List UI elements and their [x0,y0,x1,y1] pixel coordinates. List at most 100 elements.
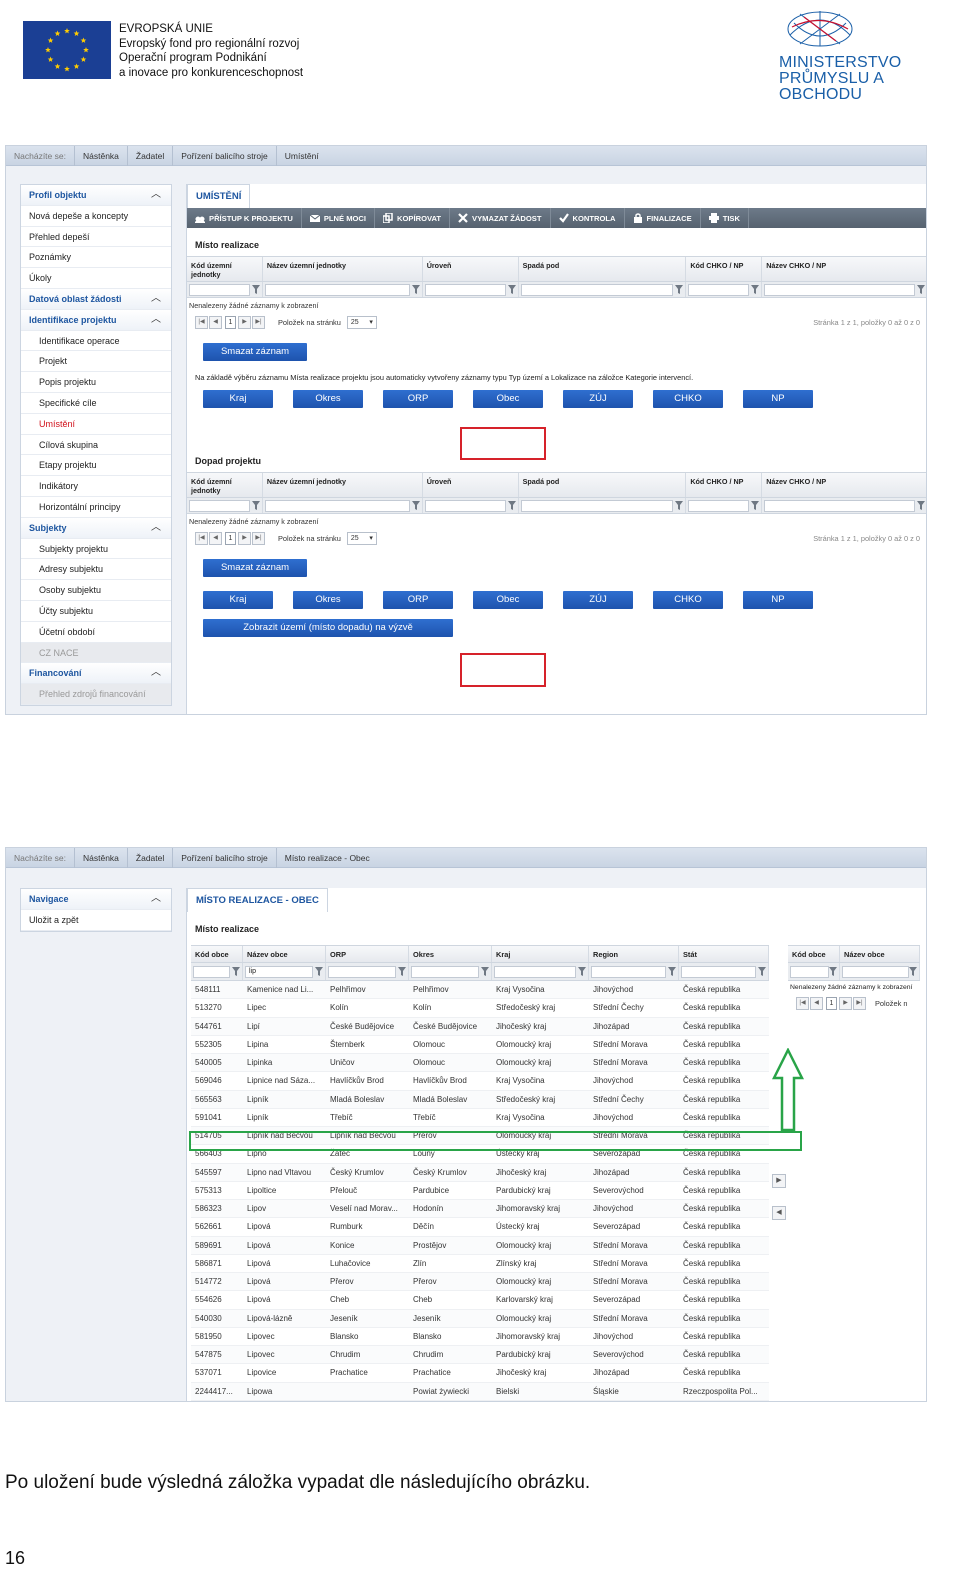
column-header[interactable]: ORP [326,946,409,962]
column-header[interactable]: Spadá pod [519,473,687,497]
sidebar-item-24[interactable]: Přehled zdrojů financování [21,684,171,705]
sidebar-section-navigace[interactable]: Navigace ︿ [21,889,171,910]
column-header[interactable]: Kód CHKO / NP [686,473,763,497]
sidebar-item-14[interactable]: Indikátory [21,476,171,497]
filter-icon[interactable] [758,967,766,976]
breadcrumb-nastenka[interactable]: Nástěnka [75,146,128,166]
page-size-select[interactable]: 25 [346,315,377,329]
sidebar-item-1[interactable]: Nová depeše a koncepty [21,206,171,227]
table-row[interactable]: 591041 Lipník Třebíč Třebíč Kraj Vysočina Jih… [191,1109,769,1127]
column-header[interactable]: Kód územní jednotky [187,257,263,281]
first-page-icon[interactable]: |◀ [796,996,809,1010]
breadcrumb-project[interactable]: Pořízení balicího stroje [173,848,277,868]
table-row[interactable]: 545597 Lipno nad Vltavou Český Krumlov Česk… [191,1163,769,1182]
table-row[interactable]: 537071 Lipovice Prachatice Prachatice Jihoče… [191,1364,769,1383]
table-row[interactable]: 586871 Lipová Luhačovice Zlín Zlínský kraj St… [191,1255,769,1273]
column-header[interactable]: Název CHKO / NP [762,257,926,281]
sidebar-item-19[interactable]: Osoby subjektu [21,580,171,601]
filter-icon[interactable] [917,285,926,294]
level-button-zúj[interactable]: ZÚJ [563,390,633,408]
filter-icon[interactable] [751,285,760,294]
filter-icon[interactable] [668,967,676,976]
column-header[interactable]: Kód obce [191,946,243,962]
column-header[interactable]: Kód CHKO / NP [686,257,763,281]
filter-input[interactable] [189,499,250,512]
toolbar-button-1[interactable]: PLNÉ MOCI [302,208,376,228]
filter-input[interactable] [591,965,666,978]
filter-input[interactable] [193,965,230,978]
sidebar-item-10[interactable]: Specifické cíle [21,393,171,414]
sidebar-item-13[interactable]: Etapy projektu [21,455,171,477]
sidebar-item-12[interactable]: Cílová skupina [21,435,171,456]
breadcrumb-nastenka[interactable]: Nástěnka [75,848,128,868]
level-button-okres[interactable]: Okres [293,591,363,609]
toolbar-button-0[interactable]: PŘÍSTUP K PROJEKTU [187,208,302,228]
last-page-icon[interactable]: ▶| [252,531,265,545]
filter-input[interactable] [764,283,916,296]
column-header[interactable]: Region [589,946,679,962]
column-header[interactable]: Název obce [243,946,326,962]
filter-input[interactable] [688,499,750,512]
filter-input[interactable] [842,965,909,978]
column-header[interactable]: Úroveň [423,257,519,281]
filter-icon[interactable] [411,285,420,294]
sidebar-item-17[interactable]: Subjekty projektu [21,539,171,560]
level-button-chko[interactable]: CHKO [653,390,723,408]
toolbar-button-2[interactable]: KOPÍROVAT [375,208,451,228]
sidebar-item-3[interactable]: Poznámky [21,247,171,269]
next-page-icon[interactable]: ▶ [238,531,251,545]
filter-icon[interactable] [251,285,260,294]
breadcrumb-zadatel[interactable]: Žadatel [128,146,174,166]
last-page-icon[interactable]: ▶| [252,315,265,329]
table-row[interactable]: 565563 Lipník Mladá Boleslav Mladá Boleslav… [191,1090,769,1109]
sidebar-item-8[interactable]: Projekt [21,351,171,373]
sidebar-item-22[interactable]: CZ NACE [21,642,171,664]
filter-icon[interactable] [917,501,926,510]
sidebar-item-11[interactable]: Umístění [21,414,171,435]
next-page-icon[interactable]: ▶ [839,996,852,1010]
sidebar-item-save-back[interactable]: Uložit a zpět [21,910,171,931]
toolbar-button-6[interactable]: TISK [701,208,749,228]
filter-input[interactable] [494,965,576,978]
sidebar-item-2[interactable]: Přehled depeší [21,227,171,248]
last-page-icon[interactable]: ▶| [853,996,866,1010]
table-row[interactable]: 569046 Lipnice nad Sáza... Havlíčkův Brod H… [191,1072,769,1091]
breadcrumb-zadatel[interactable]: Žadatel [128,848,174,868]
breadcrumb-project[interactable]: Pořízení balicího stroje [173,146,277,166]
page-number-input[interactable]: 1 [826,996,837,1010]
filter-icon[interactable] [829,967,837,976]
table-row[interactable]: 547875 Lipovec Chrudim Chrudim Pardubický kr… [191,1346,769,1365]
first-page-icon[interactable]: |◀ [195,531,208,545]
table-row[interactable]: 548111 Kamenice nad Li... Pelhřimov Pelhřim… [191,981,769,1000]
level-button-orp[interactable]: ORP [383,591,453,609]
tab-misto-realizace-obec[interactable]: MÍSTO REALIZACE - OBEC [187,888,328,912]
column-header[interactable]: Název obce [840,946,920,962]
next-page-icon[interactable]: ▶ [238,315,251,329]
filter-icon[interactable] [481,967,489,976]
filter-icon[interactable] [751,501,760,510]
tab-umisteni[interactable]: UMÍSTĚNÍ [187,184,251,208]
table-row[interactable]: 554626 Lipová Cheb Cheb Karlovarský kraj Seve… [191,1291,769,1310]
page-size-select[interactable]: 25 [346,531,377,545]
filter-input[interactable] [681,965,756,978]
page-number-input[interactable]: 1 [225,531,236,545]
level-button-np[interactable]: NP [743,390,813,408]
page-number-input[interactable]: 1 [225,315,236,329]
table-row[interactable]: 514772 Lipová Přerov Přerov Olomoucký kraj St… [191,1273,769,1292]
prev-page-icon[interactable]: ◀ [209,531,222,545]
level-button-np[interactable]: NP [743,591,813,609]
filter-input[interactable] [264,499,410,512]
table-row[interactable]: 540030 Lipová-lázně Jeseník Jeseník Olomouck… [191,1309,769,1328]
level-button-chko[interactable]: CHKO [653,591,723,609]
table-row[interactable]: 575313 Lipoltice Přelouč Pardubice Pardubick… [191,1182,769,1200]
column-header[interactable]: Okres [409,946,492,962]
table-row[interactable]: 513270 Lipec Kolín Kolín Středočeský kraj Stř… [191,999,769,1018]
delete-record-button[interactable]: Smazat záznam [203,343,307,361]
filter-icon[interactable] [507,501,516,510]
table-row[interactable]: 544761 Lipí České Budějovice České Budějovi… [191,1017,769,1036]
column-header[interactable]: Stát [679,946,769,962]
filter-icon[interactable] [675,501,684,510]
filter-input[interactable] [520,499,674,512]
filter-icon[interactable] [232,967,240,976]
filter-input[interactable] [411,965,479,978]
